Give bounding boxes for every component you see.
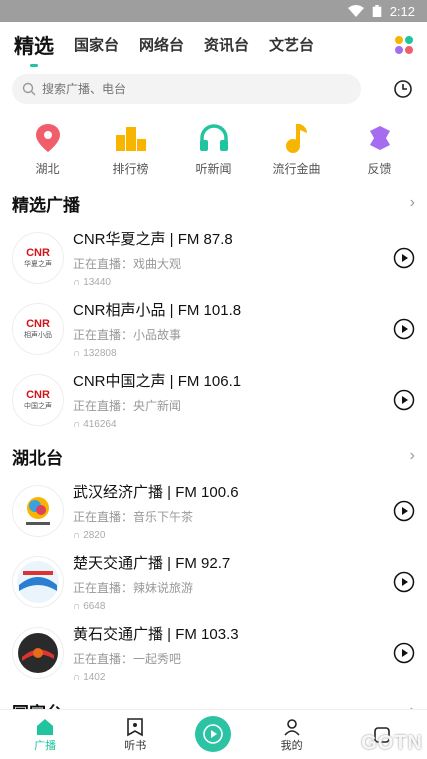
listener-count: ∩ 1402	[73, 671, 106, 683]
tab-network[interactable]: 网络台	[139, 34, 184, 55]
play-icon[interactable]	[393, 500, 415, 522]
station-row[interactable]: CNR 相声小品 CNR相声小品 | FM 101.8 正在直播：小品故事 ∩ 1…	[0, 293, 427, 364]
station-live: 正在直播：央广新闻	[73, 398, 182, 413]
shortcut-label: 湖北	[35, 162, 60, 176]
station-name: 武汉经济广播 | FM 100.6	[73, 483, 239, 501]
nav-books[interactable]: 听书	[105, 717, 165, 753]
shortcut-label: 排行榜	[112, 162, 149, 176]
shortcut-pop-music[interactable]: 流行金曲	[257, 122, 337, 184]
nav-label: 我的	[280, 739, 303, 752]
station-row[interactable]: CNR 华夏之声 CNR华夏之声 | FM 87.8 正在直播：戏曲大观 ∩ 13…	[0, 222, 427, 293]
section-title: 精选广播	[12, 195, 80, 215]
listener-count: ∩ 6648	[73, 600, 106, 612]
station-logo: CNR 中国之声	[12, 373, 64, 426]
headphones-small-icon: ∩	[73, 529, 81, 541]
music-note-icon	[281, 122, 313, 154]
headphones-small-icon: ∩	[73, 671, 81, 683]
station-row[interactable]: CNR 中国之声 CNR中国之声 | FM 106.1 正在直播：央广新闻 ∩ 4…	[0, 364, 427, 435]
status-time: 2:12	[389, 3, 415, 19]
search-input[interactable]	[42, 82, 342, 96]
headphones-small-icon: ∩	[73, 600, 81, 612]
nav-broadcast[interactable]: 广播	[15, 717, 75, 753]
station-name: 黄石交通广播 | FM 103.3	[73, 625, 239, 643]
user-icon	[284, 718, 300, 736]
history-icon[interactable]	[393, 79, 413, 99]
search-row	[0, 70, 427, 108]
station-live: 正在直播：辣妹说旅游	[73, 580, 194, 595]
tab-news[interactable]: 资讯台	[204, 34, 249, 55]
station-row[interactable]: 武汉经济广播 | FM 100.6 正在直播：音乐下午茶 ∩ 2820	[0, 475, 427, 546]
station-logo	[12, 484, 64, 537]
play-icon[interactable]	[393, 389, 415, 411]
shortcut-label: 听新闻	[195, 162, 232, 176]
shortcut-feedback[interactable]: 反馈	[340, 122, 420, 184]
station-name: 楚天交通广播 | FM 92.7	[73, 554, 231, 572]
station-name: CNR华夏之声 | FM 87.8	[73, 230, 233, 248]
listener-count: ∩ 2820	[73, 529, 106, 541]
station-row[interactable]: 黄石交通广播 | FM 103.3 正在直播：一起秀吧 ∩ 1402	[0, 617, 427, 688]
station-logo	[12, 555, 64, 608]
section-title: 湖北台	[12, 448, 63, 468]
shortcut-news[interactable]: 听新闻	[174, 122, 254, 184]
station-live: 正在直播：戏曲大观	[73, 256, 182, 271]
shortcut-label: 流行金曲	[272, 162, 321, 176]
search-box[interactable]	[12, 74, 361, 104]
shortcut-label: 反馈	[367, 162, 392, 176]
chevron-right-icon: ›	[409, 194, 415, 211]
station-row[interactable]: 楚天交通广播 | FM 92.7 正在直播：辣妹说旅游 ∩ 6648	[0, 546, 427, 617]
listener-count: ∩ 13440	[73, 276, 111, 288]
headphones-icon	[198, 122, 230, 154]
all-categories-icon[interactable]	[395, 36, 413, 54]
shortcut-hubei[interactable]: 湖北	[8, 122, 88, 184]
tab-arts[interactable]: 文艺台	[269, 34, 314, 55]
headphones-small-icon: ∩	[73, 347, 81, 359]
podium-icon	[115, 122, 147, 154]
chevron-right-icon: ›	[409, 447, 415, 464]
location-pin-icon	[32, 122, 64, 154]
play-icon[interactable]	[393, 247, 415, 269]
center-play-button[interactable]	[195, 715, 232, 752]
feedback-icon	[364, 122, 396, 154]
station-name: CNR中国之声 | FM 106.1	[73, 372, 242, 390]
home-radio-icon	[37, 718, 54, 735]
shortcut-row: 湖北 排行榜 听新闻 流行金曲 反馈	[0, 108, 427, 184]
status-bar: 2:12	[0, 0, 427, 22]
search-icon	[22, 82, 36, 96]
category-tabs: 精选 国家台 网络台 资讯台 文艺台	[0, 22, 427, 67]
shortcut-ranking[interactable]: 排行榜	[91, 122, 171, 184]
headphones-small-icon: ∩	[73, 276, 81, 288]
listener-count: ∩ 416264	[73, 418, 117, 430]
watermark-logo: GOTN	[361, 732, 423, 754]
tab-national[interactable]: 国家台	[74, 34, 119, 55]
nav-mine[interactable]: 我的	[262, 717, 322, 753]
station-logo: CNR 华夏之声	[12, 231, 64, 284]
nav-label: 广播	[34, 739, 57, 752]
wifi-icon	[347, 5, 364, 17]
station-live: 正在直播：小品故事	[73, 327, 182, 342]
nav-label: 听书	[124, 739, 147, 752]
battery-icon	[372, 5, 381, 17]
listener-count: ∩ 132808	[73, 347, 117, 359]
section-hubei-header[interactable]: 湖北台 ›	[0, 437, 427, 475]
play-icon[interactable]	[393, 642, 415, 664]
play-icon[interactable]	[393, 318, 415, 340]
station-logo: CNR 相声小品	[12, 302, 64, 355]
headphones-small-icon: ∩	[73, 418, 81, 430]
play-icon[interactable]	[393, 571, 415, 593]
station-name: CNR相声小品 | FM 101.8	[73, 301, 242, 319]
disc-play-icon	[203, 723, 224, 744]
tab-featured[interactable]: 精选	[14, 30, 54, 67]
station-live: 正在直播：一起秀吧	[73, 651, 182, 666]
station-live: 正在直播：音乐下午茶	[73, 509, 194, 524]
section-featured-header[interactable]: 精选广播 ›	[0, 184, 427, 222]
station-logo	[12, 626, 64, 679]
book-icon	[127, 717, 144, 736]
